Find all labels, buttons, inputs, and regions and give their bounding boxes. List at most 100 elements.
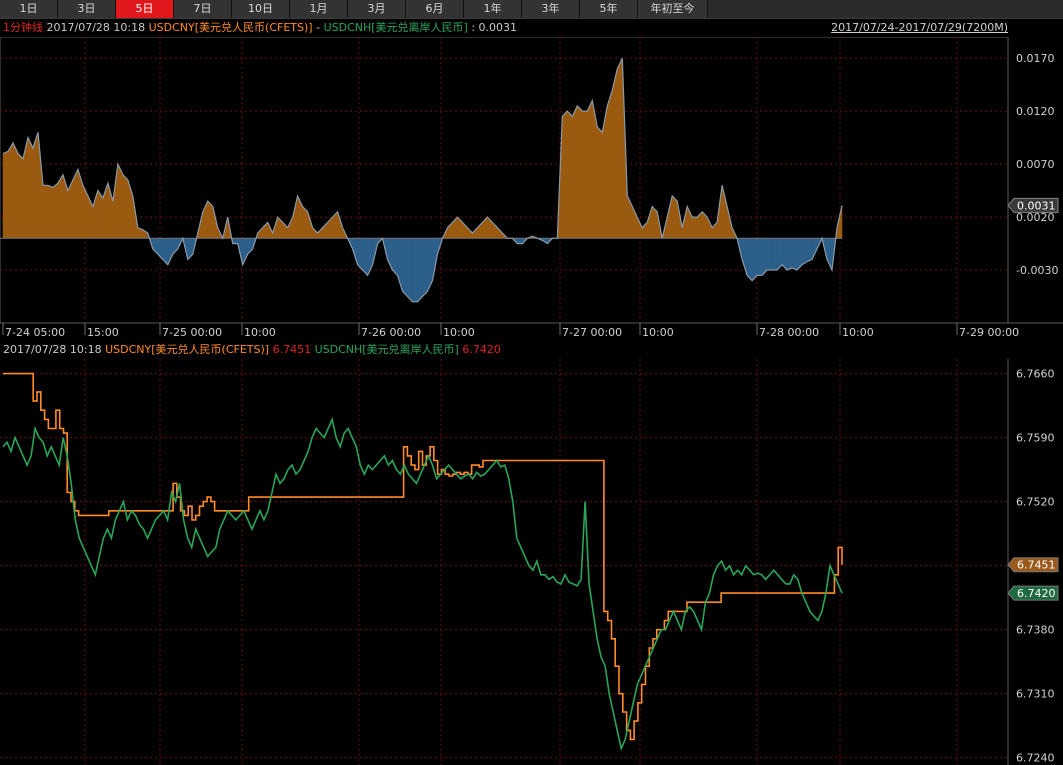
spread-area-segment: [791, 237, 798, 271]
tab-4[interactable]: 10日: [232, 0, 290, 18]
spread-area-segment: [611, 68, 618, 239]
spread-area-segment: [771, 237, 778, 271]
spread-area-segment: [616, 58, 623, 239]
spread-area-segment: [22, 137, 29, 239]
spread-area-segment: [122, 173, 129, 239]
spread-area-segment: [17, 152, 24, 239]
date-range-link[interactable]: 2017/07/24-2017/07/29(7200M): [831, 19, 1008, 37]
price-chart: 6.76606.75906.75206.74506.73806.73106.72…: [0, 359, 1059, 765]
datetime-label: 2017/07/28 10:18: [3, 343, 102, 356]
spread-area-segment: [12, 142, 19, 239]
cny-line: [3, 372, 843, 741]
y-tick-label: 6.7310: [1016, 688, 1055, 701]
x-tick-label: 7-26 00:00: [361, 326, 421, 339]
spread-area-segment: [646, 206, 653, 239]
y-tick-label: 0.0170: [1016, 52, 1055, 65]
cnh-series-value: 6.7420: [462, 343, 501, 356]
spread-area-segment: [766, 237, 773, 271]
cny-series-name: USDCNY[美元兑人民币(CFETS)]: [105, 343, 270, 356]
spread-area-segment: [77, 169, 84, 239]
spread-area-segment: [392, 237, 398, 277]
spread-area-segment: [582, 110, 588, 239]
spread-area-segment: [636, 216, 643, 239]
spread-chart-header: 1分钟线 2017/07/28 10:18 USDCNY[美元兑人民币(CFET…: [0, 19, 1063, 37]
spread-area-segment: [232, 237, 239, 244]
cny-series-value: 6.7451: [272, 343, 312, 356]
spread-area-segment: [606, 89, 613, 239]
spread-area-segment: [27, 137, 34, 239]
tab-2[interactable]: 5日: [116, 0, 174, 18]
spread-area-segment: [756, 237, 763, 276]
spread-area-segment: [32, 132, 39, 239]
tab-6[interactable]: 3月: [348, 0, 406, 18]
spread-area-segment: [741, 237, 748, 276]
datetime-label: 2017/07/28 10:18: [46, 21, 146, 34]
y-tick-label: 0.0120: [1016, 105, 1055, 118]
spread-area-segment: [517, 237, 523, 244]
tab-3[interactable]: 7日: [174, 0, 232, 18]
spread-area-segment: [47, 184, 54, 239]
spread-area-segment: [37, 132, 44, 239]
tab-5[interactable]: 1月: [290, 0, 348, 18]
spread-area-segment: [417, 237, 423, 303]
y-tick-label: 0.0020: [1016, 211, 1055, 224]
tab-10[interactable]: 5年: [580, 0, 638, 18]
y-tick-label: 6.7590: [1016, 432, 1055, 445]
x-tick-label: 7-29 00:00: [959, 326, 1019, 339]
last-value-label: 0.0031: [1017, 199, 1056, 212]
tab-7[interactable]: 6月: [406, 0, 464, 18]
x-tick-label: 10:00: [842, 326, 874, 339]
spread-area-segment: [562, 110, 568, 239]
spread-area-segment: [666, 195, 673, 239]
y-tick-label: 0.0070: [1016, 158, 1055, 171]
x-tick-label: 15:00: [87, 326, 119, 339]
x-tick-label: 7-25 00:00: [162, 326, 222, 339]
cnh-series-name: USDCNH[美元兑离岸人民币]: [314, 343, 459, 356]
price-chart-header: 2017/07/28 10:18 USDCNY[美元兑人民币(CFETS)] 6…: [0, 341, 1063, 359]
spread-chart: 0.0170 0.0120 0.0070 0.0020 -0.0030 0.0031 7-2…: [0, 37, 1063, 339]
spread-area-segment: [57, 173, 64, 239]
x-tick-label: 7-27 00:00: [562, 326, 622, 339]
y-tick-label: 6.7380: [1016, 624, 1055, 637]
tab-11[interactable]: 年初至今: [638, 0, 708, 18]
spread-area-segment: [786, 237, 793, 271]
spread-area-segment: [407, 237, 413, 303]
spread-area-segment: [751, 237, 758, 282]
spread-area-segment: [402, 237, 408, 298]
spread-area-segment: [412, 237, 418, 303]
spread-area-segment: [721, 185, 728, 239]
tab-8[interactable]: 1年: [464, 0, 522, 18]
spread-area-segment: [801, 237, 808, 266]
tab-0[interactable]: 1日: [0, 0, 58, 18]
tab-9[interactable]: 3年: [522, 0, 580, 18]
spread-area-segment: [117, 163, 124, 239]
cnh-last-marker-label: 6.7420: [1017, 587, 1056, 600]
y-tick-label: -0.0030: [1016, 264, 1058, 277]
x-tick-label: 7-24 05:00: [5, 326, 65, 339]
spread-area-segment: [587, 100, 593, 239]
spread-area-segment: [42, 184, 49, 239]
x-tick-label: 7-28 00:00: [759, 326, 819, 339]
spread-area-segment: [577, 105, 583, 239]
cny-series-name: USDCNY[美元兑人民币(CFETS)]: [148, 21, 313, 34]
x-tick-label: 10:00: [443, 326, 475, 339]
spread-area-segment: [2, 150, 9, 239]
spread-area-segment: [292, 195, 298, 239]
cnh-line: [2, 416, 843, 752]
plot-frame: [0, 37, 1009, 324]
series-separator: -: [316, 21, 321, 34]
x-tick-label: 10:00: [244, 326, 276, 339]
spread-area-segment: [112, 164, 119, 239]
cnh-series-name: USDCNH[美元兑离岸人民币]: [323, 21, 468, 34]
spread-area-segment: [671, 195, 678, 239]
tab-1[interactable]: 3日: [58, 0, 116, 18]
y-tick-label: 6.7660: [1016, 368, 1055, 381]
spread-area-segment: [567, 110, 573, 239]
period-tabs: 1日 3日 5日 7日 10日 1月 3月 6月 1年 3年 5年 年初至今: [0, 0, 1063, 19]
interval-label[interactable]: 1分钟线: [3, 21, 43, 34]
spread-area-segment: [806, 237, 813, 263]
y-tick-label: 6.7240: [1016, 752, 1055, 765]
spread-area-segment: [811, 237, 818, 260]
spread-area-segment: [572, 105, 578, 239]
spread-area-segment: [761, 237, 768, 277]
